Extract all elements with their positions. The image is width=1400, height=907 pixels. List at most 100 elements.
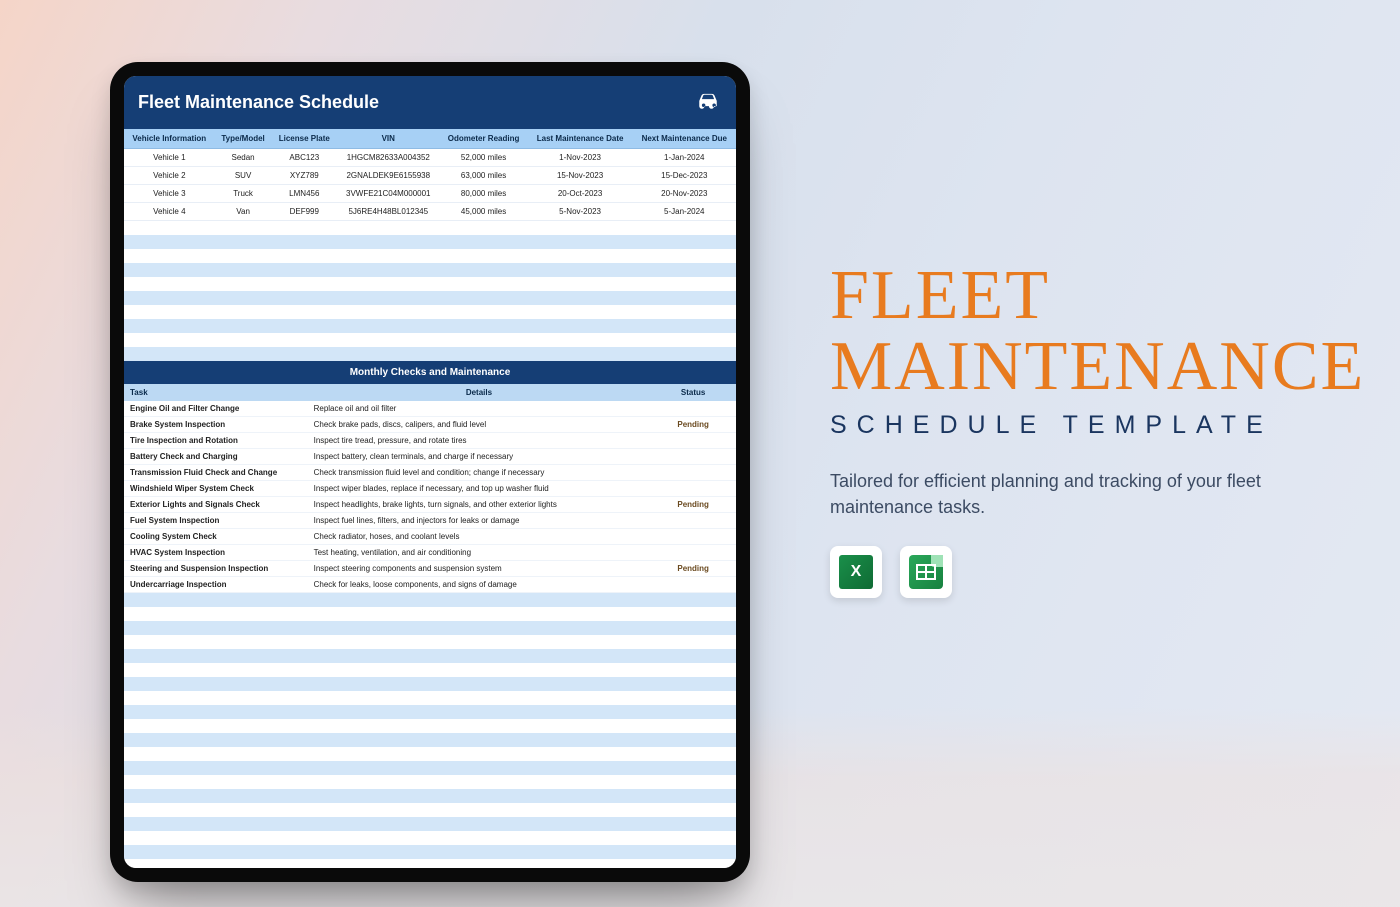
table-row: Windshield Wiper System CheckInspect wip… [124, 481, 736, 497]
section-monthly-title: Monthly Checks and Maintenance [124, 361, 736, 384]
vehicle-table-body: Vehicle 1SedanABC1231HGCM82633A00435252,… [124, 149, 736, 221]
empty-row [124, 747, 736, 761]
cell: Vehicle 3 [124, 185, 215, 203]
empty-row [124, 635, 736, 649]
sheet-title-bar: Fleet Maintenance Schedule [124, 76, 736, 129]
empty-row [124, 235, 736, 249]
google-sheets-icon[interactable] [900, 546, 952, 598]
col-next-maint: Next Maintenance Due [633, 129, 736, 149]
cell: 1-Jan-2024 [633, 149, 736, 167]
cell: 2GNALDEK9E6155938 [337, 167, 439, 185]
task-name: Steering and Suspension Inspection [124, 561, 308, 577]
promo-heading-line1: FLEET [830, 260, 1370, 331]
status-badge: Done [650, 545, 736, 561]
task-details: Inspect headlights, brake lights, turn s… [308, 497, 651, 513]
cell: 5-Jan-2024 [633, 203, 736, 221]
table-row: Vehicle 1SedanABC1231HGCM82633A00435252,… [124, 149, 736, 167]
cell: Vehicle 4 [124, 203, 215, 221]
task-name: Transmission Fluid Check and Change [124, 465, 308, 481]
tasks-table-head: Task Details Status [124, 384, 736, 401]
promo-panel: FLEET MAINTENANCE SCHEDULE TEMPLATE Tail… [830, 260, 1370, 598]
empty-row [124, 305, 736, 319]
task-details: Test heating, ventilation, and air condi… [308, 545, 651, 561]
col-vin: VIN [337, 129, 439, 149]
empty-row [124, 663, 736, 677]
cell: SUV [215, 167, 272, 185]
col-license: License Plate [272, 129, 338, 149]
task-name: Undercarriage Inspection [124, 577, 308, 593]
task-name: Fuel System Inspection [124, 513, 308, 529]
table-row: Fuel System InspectionInspect fuel lines… [124, 513, 736, 529]
cell: 5-Nov-2023 [528, 203, 633, 221]
empty-row [124, 277, 736, 291]
promo-tagline: Tailored for efficient planning and trac… [830, 468, 1350, 520]
table-row: HVAC System InspectionTest heating, vent… [124, 545, 736, 561]
empty-row [124, 649, 736, 663]
task-name: Cooling System Check [124, 529, 308, 545]
table-row: Transmission Fluid Check and ChangeCheck… [124, 465, 736, 481]
task-name: HVAC System Inspection [124, 545, 308, 561]
empty-row [124, 705, 736, 719]
empty-row [124, 845, 736, 859]
empty-row [124, 831, 736, 845]
cell: Vehicle 2 [124, 167, 215, 185]
status-badge: Done [650, 449, 736, 465]
empty-row [124, 249, 736, 263]
empty-row [124, 803, 736, 817]
col-type-model: Type/Model [215, 129, 272, 149]
vehicle-table: Vehicle Information Type/Model License P… [124, 129, 736, 221]
col-status: Status [650, 384, 736, 401]
tablet-device: Fleet Maintenance Schedule Vehicle Infor… [110, 62, 750, 882]
task-details: Inspect tire tread, pressure, and rotate… [308, 433, 651, 449]
task-name: Windshield Wiper System Check [124, 481, 308, 497]
table-row: Cooling System CheckCheck radiator, hose… [124, 529, 736, 545]
task-name: Engine Oil and Filter Change [124, 401, 308, 417]
empty-row [124, 607, 736, 621]
status-badge: Done [650, 513, 736, 529]
format-icons [830, 546, 1370, 598]
cell: 45,000 miles [440, 203, 528, 221]
cell: Vehicle 1 [124, 149, 215, 167]
status-badge: Pending [650, 497, 736, 513]
empty-row [124, 333, 736, 347]
status-badge: Done [650, 481, 736, 497]
col-details: Details [308, 384, 651, 401]
cell: 15-Dec-2023 [633, 167, 736, 185]
status-badge: Pending [650, 417, 736, 433]
empty-rows-upper [124, 221, 736, 361]
task-details: Check brake pads, discs, calipers, and f… [308, 417, 651, 433]
tasks-table-body: Engine Oil and Filter ChangeReplace oil … [124, 401, 736, 593]
empty-row [124, 319, 736, 333]
empty-row [124, 621, 736, 635]
task-details: Check for leaks, loose components, and s… [308, 577, 651, 593]
task-name: Tire Inspection and Rotation [124, 433, 308, 449]
task-details: Inspect fuel lines, filters, and injecto… [308, 513, 651, 529]
table-row: Battery Check and ChargingInspect batter… [124, 449, 736, 465]
empty-row [124, 761, 736, 775]
table-row: Undercarriage InspectionCheck for leaks,… [124, 577, 736, 593]
status-badge: Pending [650, 561, 736, 577]
table-row: Steering and Suspension InspectionInspec… [124, 561, 736, 577]
table-row: Vehicle 3TruckLMN4563VWFE21C04M00000180,… [124, 185, 736, 203]
cell: Sedan [215, 149, 272, 167]
empty-row [124, 347, 736, 361]
table-row: Exterior Lights and Signals CheckInspect… [124, 497, 736, 513]
empty-row [124, 691, 736, 705]
col-vehicle-info: Vehicle Information [124, 129, 215, 149]
col-odometer: Odometer Reading [440, 129, 528, 149]
cell: 1-Nov-2023 [528, 149, 633, 167]
table-row: Brake System InspectionCheck brake pads,… [124, 417, 736, 433]
task-name: Exterior Lights and Signals Check [124, 497, 308, 513]
cell: Truck [215, 185, 272, 203]
task-details: Inspect wiper blades, replace if necessa… [308, 481, 651, 497]
empty-row [124, 263, 736, 277]
empty-row [124, 291, 736, 305]
status-badge: Done [650, 529, 736, 545]
empty-row [124, 859, 736, 868]
empty-row [124, 677, 736, 691]
cell: ABC123 [272, 149, 338, 167]
table-row: Engine Oil and Filter ChangeReplace oil … [124, 401, 736, 417]
cell: 52,000 miles [440, 149, 528, 167]
excel-icon[interactable] [830, 546, 882, 598]
col-task: Task [124, 384, 308, 401]
